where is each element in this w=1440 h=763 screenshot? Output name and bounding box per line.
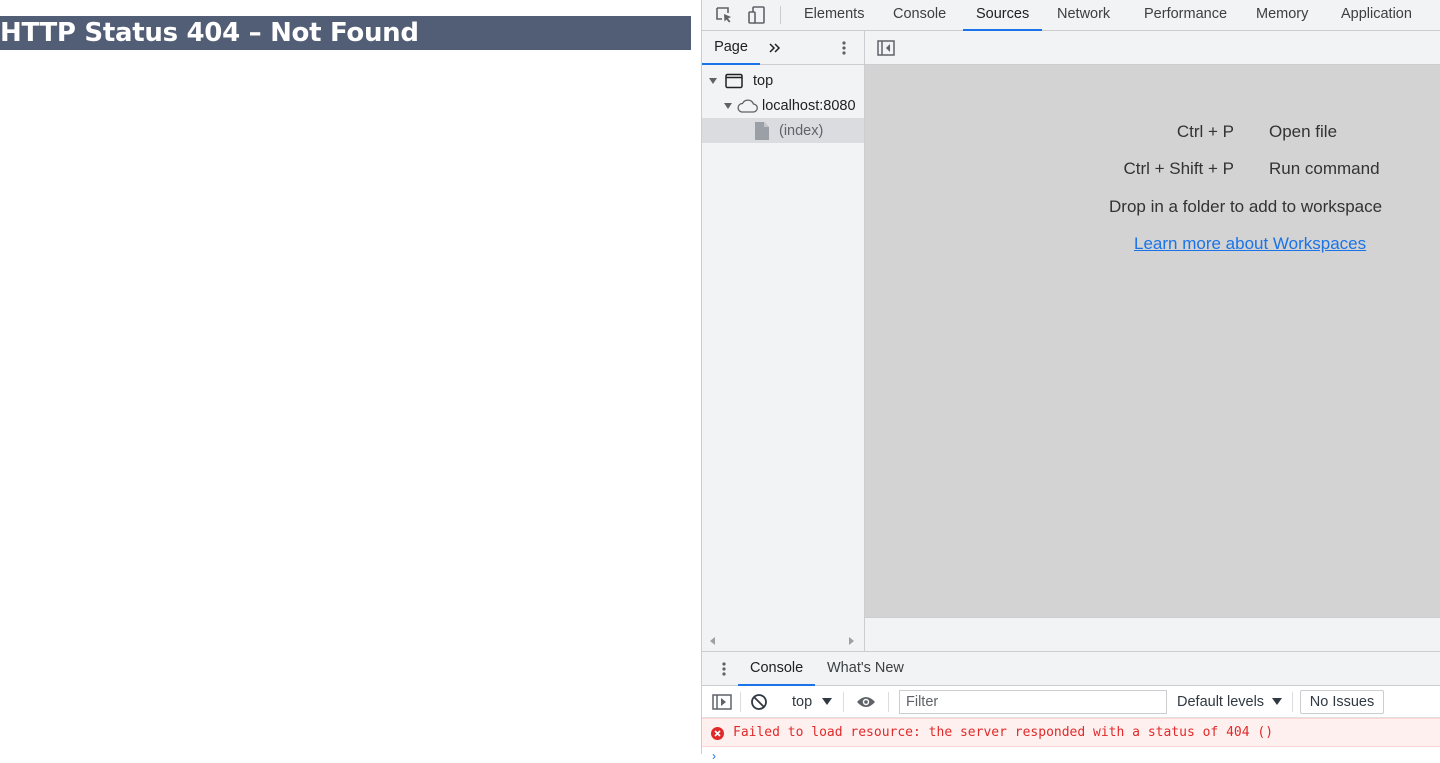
tab-memory[interactable]: Memory (1256, 0, 1308, 31)
issues-button[interactable]: No Issues (1300, 690, 1384, 714)
shortcut-keys: Ctrl + P (1176, 122, 1234, 141)
editor-toolbar (865, 31, 1440, 65)
expand-arrow-icon[interactable] (708, 76, 718, 86)
expand-arrow-icon[interactable] (723, 101, 733, 111)
tree-label-index: (index) (779, 122, 824, 139)
page-viewport: HTTP Status 404 – Not Found (0, 0, 701, 754)
navigator-tabbar: Page (702, 31, 865, 65)
cloud-icon (736, 98, 760, 114)
tree-item-top[interactable]: top (702, 68, 864, 93)
shortcut-keys: Ctrl + Shift + P (1123, 159, 1234, 178)
tab-console[interactable]: Console (893, 0, 946, 31)
tab-sources[interactable]: Sources (963, 0, 1043, 31)
scroll-left-icon[interactable] (708, 634, 716, 650)
navigator-tab-page[interactable]: Page (702, 31, 760, 65)
page-heading: HTTP Status 404 – Not Found (0, 16, 691, 50)
tab-performance[interactable]: Performance (1144, 0, 1227, 31)
console-filter-input[interactable] (899, 690, 1167, 714)
eye-icon[interactable] (855, 692, 877, 712)
kebab-icon[interactable] (835, 39, 853, 57)
tree-label-top: top (753, 72, 774, 89)
toggle-navigator-icon[interactable] (876, 39, 896, 57)
tab-network[interactable]: Network (1057, 0, 1110, 31)
drawer-tabbar: Console What's New (702, 652, 1440, 686)
drawer-tab-console[interactable]: Console (738, 652, 816, 686)
tree-item-index[interactable]: (index) (702, 118, 864, 143)
toolbar-divider (1292, 692, 1293, 712)
log-levels-dropdown[interactable]: Default levels (1177, 692, 1283, 712)
shortcut-run-command: Ctrl + Shift + P Run command (865, 159, 1440, 181)
inspect-element-icon[interactable] (712, 4, 736, 26)
drawer-tab-whats-new[interactable]: What's New (827, 652, 904, 686)
horizontal-scrollbar[interactable] (702, 628, 864, 650)
context-label: top (792, 694, 813, 710)
console-prompt-icon[interactable]: › (712, 749, 716, 763)
tree-item-localhost[interactable]: localhost:8080 (702, 93, 864, 118)
devtools-tabbar: Elements Console Sources Network Perform… (702, 0, 1440, 31)
workspace-hint: Drop in a folder to add to workspace (1109, 197, 1383, 216)
file-icon (755, 121, 771, 141)
sources-editor: Ctrl + P Open file Ctrl + Shift + P Run … (865, 31, 1440, 651)
double-chevron-icon[interactable] (766, 39, 784, 57)
error-text: Failed to load resource: the server resp… (733, 725, 1274, 740)
shortcut-open-file: Ctrl + P Open file (865, 122, 1440, 144)
shortcut-action: Open file (1269, 122, 1338, 141)
shortcut-action: Run command (1269, 159, 1380, 178)
log-levels-label: Default levels (1177, 694, 1265, 710)
editor-placeholder: Ctrl + P Open file Ctrl + Shift + P Run … (865, 65, 1440, 617)
tab-application[interactable]: Application (1341, 0, 1412, 31)
console-drawer: Console What's New top Default levels (702, 651, 1440, 763)
toolbar-divider (843, 692, 844, 712)
context-selector[interactable]: top (792, 692, 833, 712)
sources-navigator: Page top localhost:8080 (index) (702, 31, 865, 651)
device-toolbar-icon[interactable] (745, 4, 769, 26)
workspace-learn-more-link[interactable]: Learn more about Workspaces (1134, 234, 1366, 254)
dropdown-arrow-icon (1272, 692, 1283, 712)
editor-footer (865, 617, 1440, 651)
tab-elements[interactable]: Elements (804, 0, 864, 31)
frame-icon (725, 73, 747, 89)
dropdown-arrow-icon (822, 692, 833, 712)
toggle-sidebar-icon[interactable] (711, 692, 733, 712)
toolbar-divider (888, 692, 889, 712)
toolbar-divider (780, 6, 781, 24)
console-toolbar: top Default levels No Issues (702, 686, 1440, 718)
toolbar-divider (740, 692, 741, 712)
console-error-message: Failed to load resource: the server resp… (702, 718, 1440, 747)
devtools-panel: Elements Console Sources Network Perform… (701, 0, 1440, 763)
clear-console-icon[interactable] (748, 692, 770, 712)
error-icon (711, 727, 724, 740)
scroll-right-icon[interactable] (848, 634, 856, 650)
kebab-icon[interactable] (716, 660, 732, 678)
tree-label-localhost: localhost:8080 (762, 97, 856, 114)
